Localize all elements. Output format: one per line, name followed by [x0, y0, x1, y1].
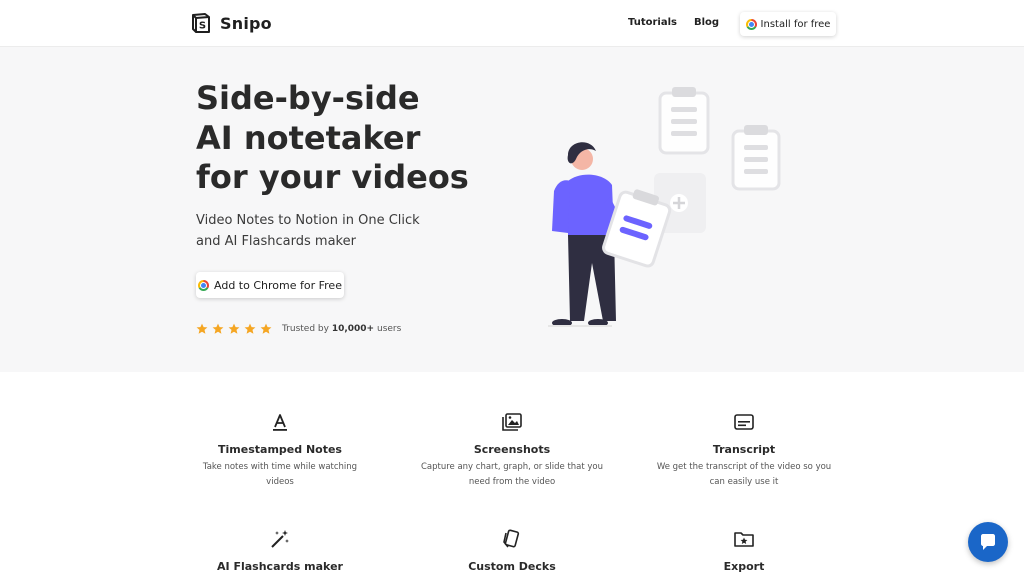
images-icon — [502, 413, 522, 431]
hero-subtitle-line: and AI Flashcards maker — [196, 233, 356, 249]
chrome-icon — [745, 18, 757, 30]
feature-timestamped-notes: Timestamped Notes Take notes with time w… — [180, 411, 380, 490]
nav-tutorials-link[interactable]: Tutorials — [628, 17, 677, 28]
feature-export: Export — [644, 528, 844, 573]
add-to-chrome-button[interactable]: Add to Chrome for Free — [196, 272, 344, 298]
feature-description-line: We get the transcript of the video so yo… — [656, 462, 832, 472]
folder-star-icon — [734, 532, 754, 547]
feature-description-line: can easily use it — [709, 477, 779, 487]
hero-title-line: for your videos — [196, 158, 469, 196]
hero-subtitle: Video Notes to Notion in One Click and A… — [196, 211, 420, 252]
brand-name: Snipo — [220, 13, 272, 33]
feature-title: AI Flashcards maker — [217, 560, 343, 573]
trusted-by-text: Trusted by 10,000+ users — [282, 324, 401, 334]
feature-screenshots: Screenshots Capture any chart, graph, or… — [412, 411, 612, 490]
snipo-logo-icon: S — [192, 13, 210, 33]
text-format-icon — [273, 414, 287, 431]
feature-transcript: Transcript We get the transcript of the … — [644, 411, 844, 490]
hero-title-line: AI notetaker — [196, 118, 421, 157]
feature-description-line: videos — [266, 477, 294, 487]
chat-icon — [981, 534, 995, 550]
svg-text:S: S — [199, 21, 206, 32]
hero-title-line: Side-by-side — [196, 79, 420, 117]
feature-custom-decks: Custom Decks — [412, 528, 612, 573]
chrome-icon — [198, 279, 210, 291]
hero-illustration — [548, 87, 781, 327]
feature-ai-flashcards: AI Flashcards maker — [180, 528, 380, 573]
trusted-suffix: users — [376, 324, 402, 334]
star-icon — [244, 323, 256, 334]
rating-row: Trusted by 10,000+ users — [196, 323, 401, 335]
feature-description-line: need from the video — [468, 477, 556, 487]
top-navbar: S Snipo Tutorials Blog Install for free — [0, 0, 1024, 47]
add-to-chrome-label: Add to Chrome for Free — [214, 278, 342, 292]
hero-title: Side-by-side AI notetaker for your video… — [196, 79, 516, 198]
star-rating — [196, 323, 276, 335]
feature-title: Timestamped Notes — [218, 443, 342, 456]
star-icon — [212, 323, 224, 334]
magic-wand-icon — [271, 530, 289, 548]
feature-title: Export — [723, 560, 765, 573]
feature-description: Take notes with time while watching vide… — [180, 460, 380, 490]
trusted-count: 10,000+ — [331, 324, 375, 334]
feature-description: Capture any chart, graph, or slide that … — [412, 460, 612, 490]
feature-title: Screenshots — [473, 443, 551, 456]
star-icon — [196, 323, 208, 334]
star-icon — [260, 323, 272, 334]
subtitles-icon — [734, 414, 754, 430]
feature-title: Custom Decks — [468, 560, 556, 573]
trusted-prefix: Trusted by — [282, 324, 329, 334]
feature-description-line: Take notes with time while watching — [202, 462, 358, 472]
star-icon — [228, 323, 240, 334]
clipboard-illustration — [731, 125, 781, 191]
feature-description: We get the transcript of the video so yo… — [644, 460, 844, 490]
hero-subtitle-line: Video Notes to Notion in One Click — [196, 213, 420, 228]
cards-icon — [503, 529, 520, 548]
install-button-label: Install for free — [760, 18, 831, 30]
chat-widget-button[interactable] — [968, 522, 1008, 562]
clipboard-illustration — [658, 87, 710, 155]
feature-description-line: Capture any chart, graph, or slide that … — [420, 462, 604, 472]
brand-logo[interactable]: S Snipo — [190, 12, 272, 34]
feature-title: Transcript — [712, 443, 776, 456]
install-for-free-button[interactable]: Install for free — [740, 12, 836, 36]
nav-blog-link[interactable]: Blog — [694, 17, 719, 28]
